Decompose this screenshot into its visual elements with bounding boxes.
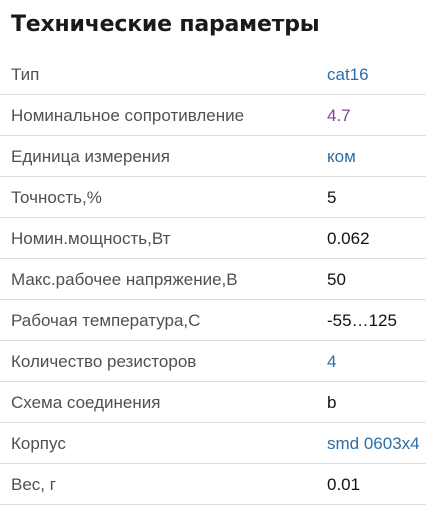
param-label: Единица измерения — [11, 147, 170, 166]
param-row-resistor-count: Количество резисторов 4 — [0, 341, 426, 382]
param-value: 0.01 — [327, 475, 361, 494]
param-label: Номинальное сопротивление — [11, 106, 245, 125]
param-value: -55…125 — [327, 311, 397, 330]
technical-parameters-panel: Технические параметры Тип cat16 Номиналь… — [0, 0, 438, 521]
param-row-package: Корпус smd 0603x4 — [0, 423, 426, 464]
param-value: 0.062 — [327, 229, 370, 248]
parameters-table: Тип cat16 Номинальное сопротивление 4.7 … — [0, 54, 426, 505]
param-label: Номин.мощность,Вт — [11, 229, 171, 248]
section-title: Технические параметры — [11, 12, 320, 37]
param-row-weight: Вес, г 0.01 — [0, 464, 426, 505]
param-row-nominal-power: Номин.мощность,Вт 0.062 — [0, 218, 426, 259]
param-value-link[interactable]: 4.7 — [327, 95, 351, 136]
param-value-link[interactable]: ком — [327, 136, 356, 177]
param-row-unit: Единица измерения ком — [0, 136, 426, 177]
param-label: Вес, г — [11, 475, 56, 494]
param-label: Рабочая температура,С — [11, 311, 201, 330]
param-row-accuracy: Точность,% 5 — [0, 177, 426, 218]
param-value-link[interactable]: 4 — [327, 341, 336, 382]
param-row-max-voltage: Макс.рабочее напряжение,В 50 — [0, 259, 426, 300]
param-label: Точность,% — [11, 188, 102, 207]
param-label: Макс.рабочее напряжение,В — [11, 270, 238, 289]
param-value-link[interactable]: cat16 — [327, 54, 369, 95]
param-row-connection-scheme: Схема соединения b — [0, 382, 426, 423]
param-value-link[interactable]: smd 0603x4 — [327, 423, 420, 464]
param-row-nominal-resistance: Номинальное сопротивление 4.7 — [0, 95, 426, 136]
param-row-operating-temperature: Рабочая температура,С -55…125 — [0, 300, 426, 341]
param-label: Тип — [11, 65, 40, 84]
param-label: Схема соединения — [11, 393, 161, 412]
param-value: b — [327, 393, 337, 412]
param-value: 50 — [327, 270, 346, 289]
param-row-type: Тип cat16 — [0, 54, 426, 95]
param-value: 5 — [327, 188, 337, 207]
param-label: Количество резисторов — [11, 352, 197, 371]
param-label: Корпус — [11, 434, 66, 453]
